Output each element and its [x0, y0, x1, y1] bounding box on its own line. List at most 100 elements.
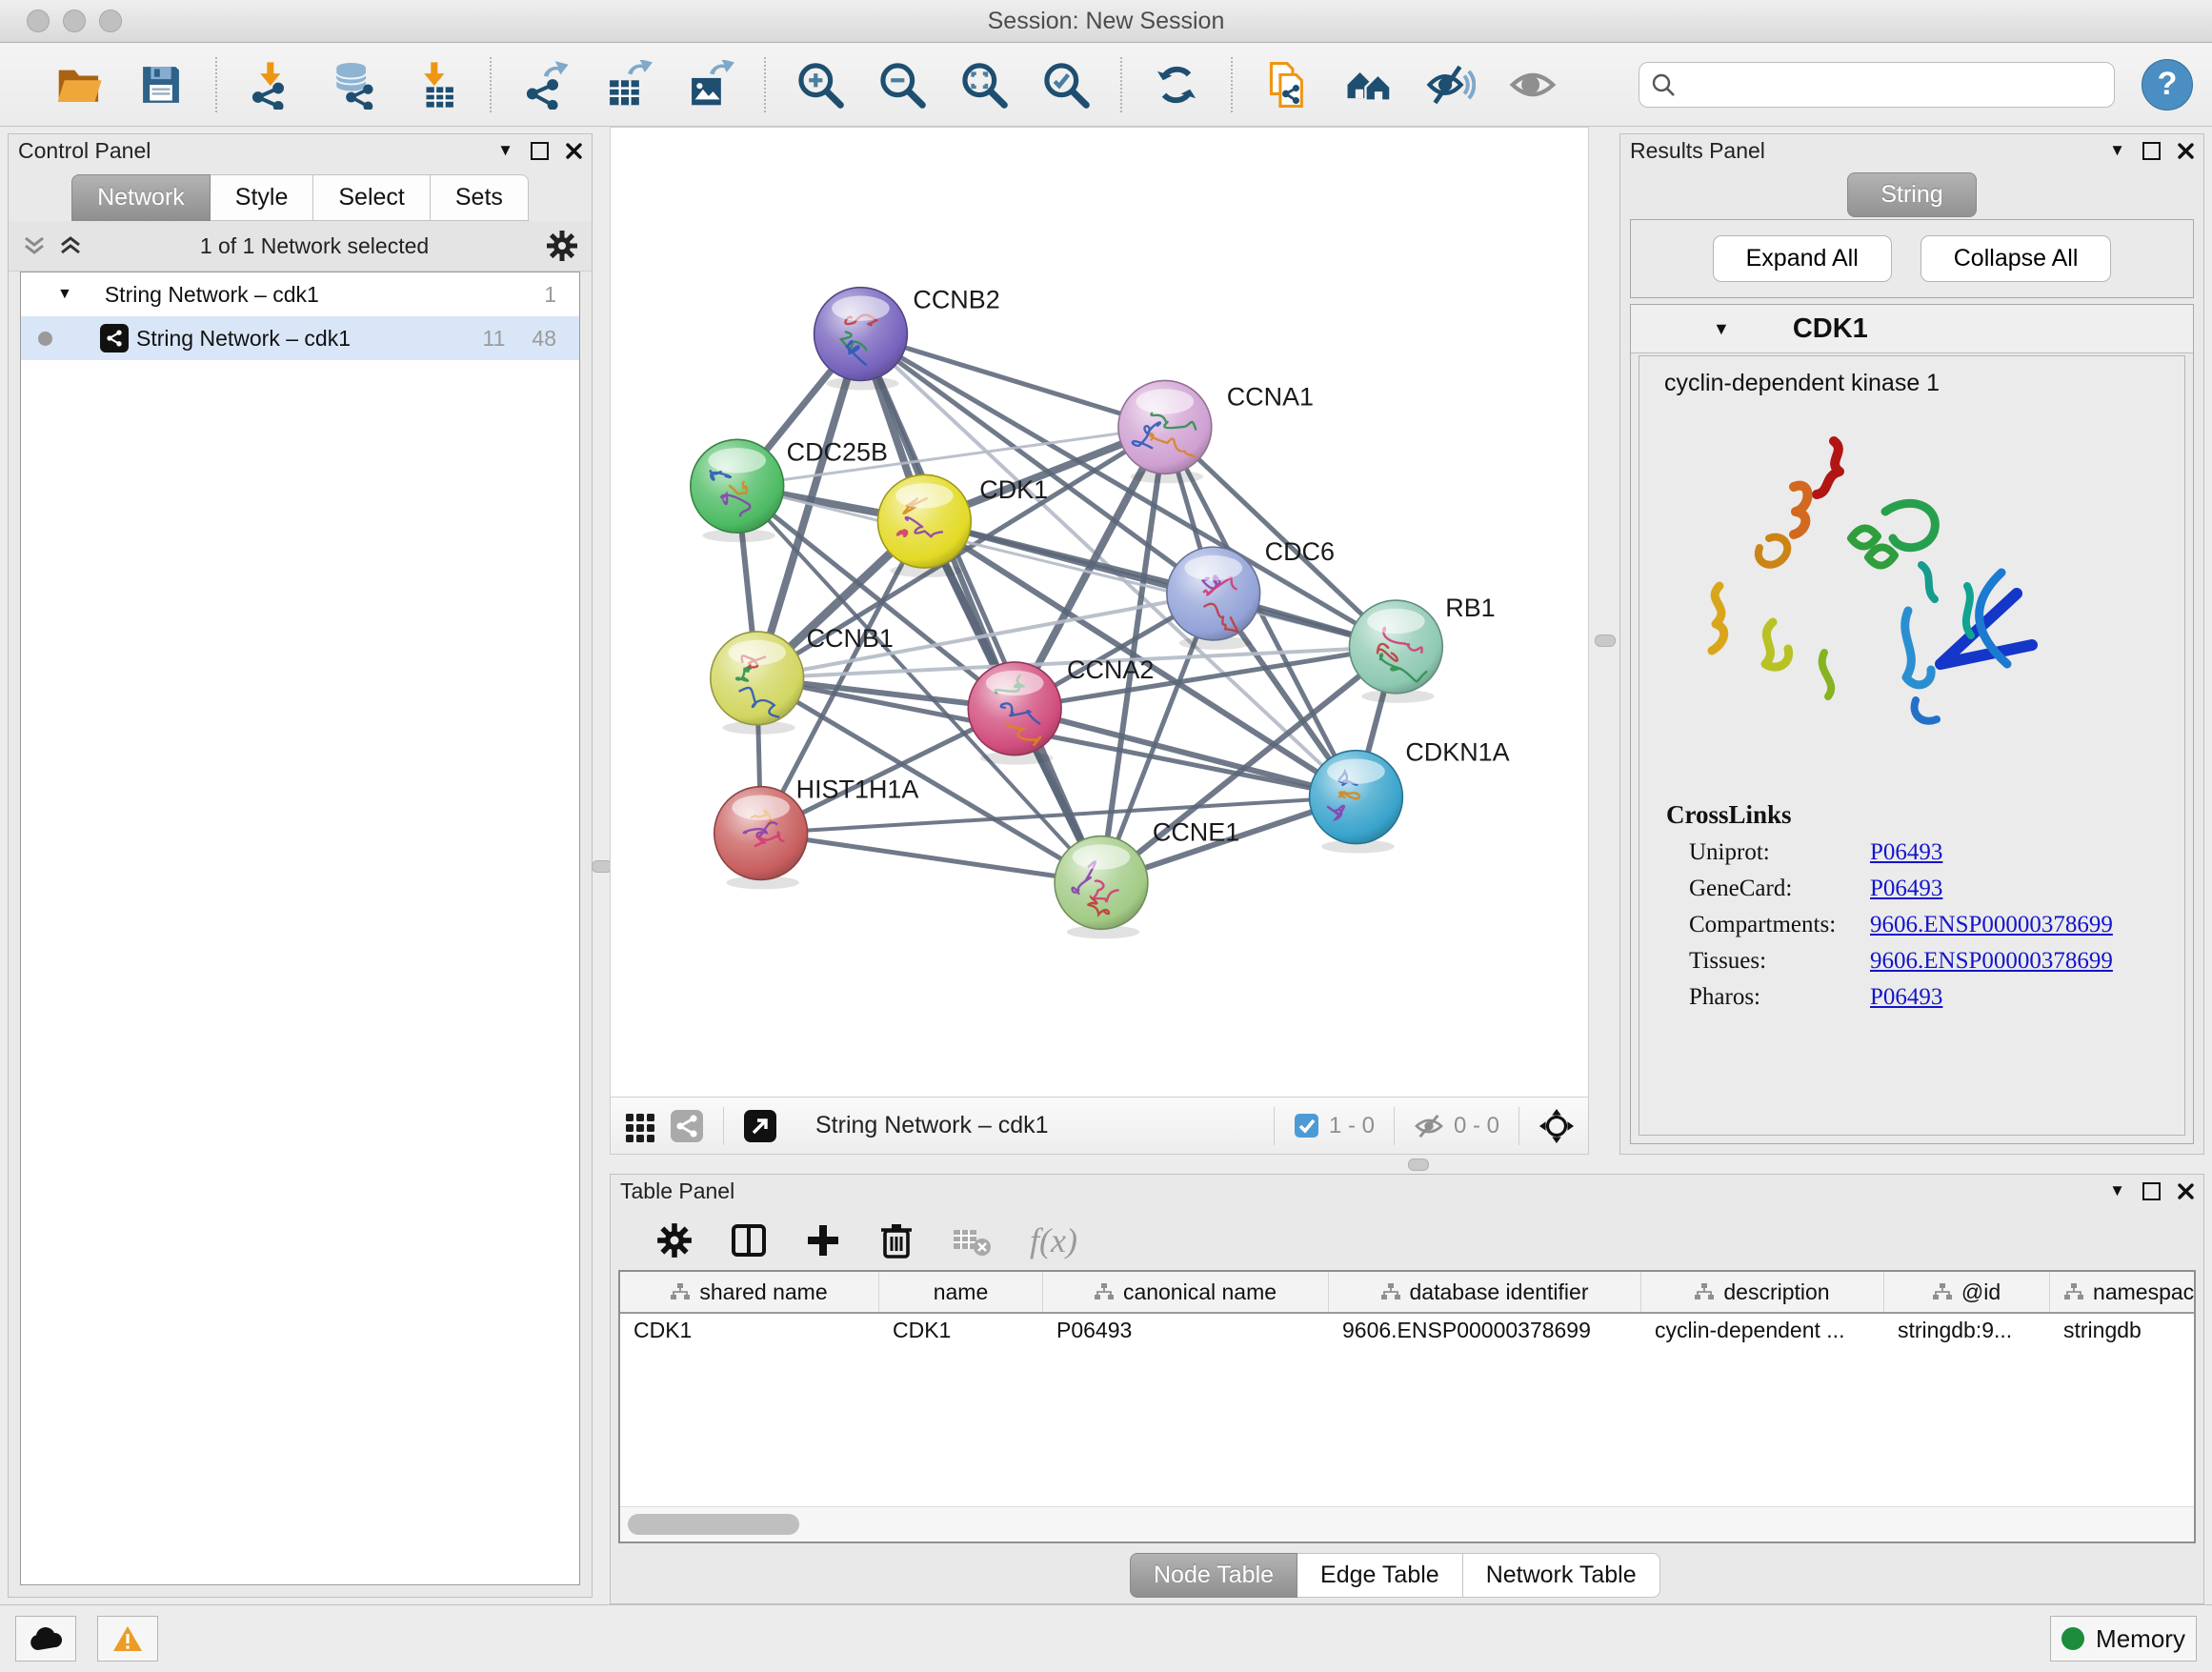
crosslink-link[interactable]: 9606.ENSP00000378699	[1870, 948, 2113, 975]
column-header-canonical-name[interactable]: canonical name	[1043, 1272, 1329, 1312]
zoom-out-button[interactable]	[874, 56, 931, 113]
tab-style[interactable]: Style	[211, 174, 314, 221]
crosslink-link[interactable]: P06493	[1870, 984, 1942, 1011]
network-node[interactable]	[1349, 600, 1442, 703]
export-image-button[interactable]	[681, 56, 738, 113]
network-row[interactable]: String Network – cdk1 11 48	[21, 316, 579, 360]
expand-all-icon[interactable]	[58, 234, 83, 257]
network-edge[interactable]	[860, 334, 1164, 428]
open-session-button[interactable]	[50, 56, 108, 113]
panel-menu-icon[interactable]: ▼	[2109, 1181, 2125, 1200]
duplicate-network-button[interactable]	[1258, 56, 1316, 113]
memory-button[interactable]: Memory	[2050, 1616, 2197, 1662]
import-network-from-database-button[interactable]	[325, 56, 382, 113]
warnings-button[interactable]	[97, 1616, 158, 1662]
tab-sets[interactable]: Sets	[431, 174, 529, 221]
table-cell[interactable]: CDK1	[879, 1318, 1043, 1343]
import-network-from-file-button[interactable]	[243, 56, 300, 113]
minimize-window-button[interactable]	[63, 10, 86, 32]
collapse-section-icon[interactable]: ▼	[1713, 319, 1730, 339]
refresh-button[interactable]	[1148, 56, 1205, 113]
network-node[interactable]	[1118, 380, 1212, 483]
column-header-namespace[interactable]: namespace	[2050, 1272, 2196, 1312]
close-window-button[interactable]	[27, 10, 50, 32]
bottom-splitter[interactable]	[610, 1155, 2212, 1174]
toolbar-search[interactable]	[1639, 62, 2115, 108]
table-cell[interactable]: P06493	[1043, 1318, 1329, 1343]
network-edge[interactable]	[761, 834, 1101, 883]
column-header-shared-name[interactable]: shared name	[620, 1272, 879, 1312]
network-node[interactable]	[1310, 751, 1403, 854]
fit-content-button[interactable]	[955, 56, 1013, 113]
selected-checkbox-icon[interactable]	[1294, 1113, 1319, 1138]
hide-graphics-details-button[interactable]	[1422, 56, 1479, 113]
column-header-database-identifier[interactable]: database identifier	[1329, 1272, 1641, 1312]
show-graphics-details-button[interactable]	[1504, 56, 1561, 113]
gear-icon[interactable]	[546, 230, 578, 262]
table-settings-gear-icon[interactable]	[656, 1222, 693, 1259]
search-input[interactable]	[1683, 71, 2102, 99]
tab-network[interactable]: Network	[71, 174, 211, 221]
detach-view-icon[interactable]	[743, 1109, 777, 1143]
table-cell[interactable]: stringdb	[2050, 1318, 2196, 1343]
float-panel-icon[interactable]	[2142, 1182, 2161, 1200]
tab-string[interactable]: String	[1847, 172, 1976, 217]
maximize-window-button[interactable]	[99, 10, 122, 32]
horizontal-scrollbar[interactable]	[620, 1506, 2194, 1541]
tab-node-table[interactable]: Node Table	[1130, 1553, 1297, 1598]
table-cell[interactable]: stringdb:9...	[1884, 1318, 2050, 1343]
add-column-icon[interactable]	[805, 1222, 841, 1259]
delete-column-trash-icon[interactable]	[879, 1221, 914, 1259]
window-controls[interactable]	[27, 0, 122, 42]
column-header--id[interactable]: @id	[1884, 1272, 2050, 1312]
network-node[interactable]	[714, 787, 808, 890]
first-neighbors-button[interactable]	[1340, 56, 1398, 113]
crosslink-link[interactable]: P06493	[1870, 839, 1942, 866]
tab-select[interactable]: Select	[313, 174, 430, 221]
column-header-description[interactable]: description	[1641, 1272, 1884, 1312]
zoom-in-button[interactable]	[792, 56, 849, 113]
panel-menu-icon[interactable]: ▼	[497, 141, 513, 160]
show-columns-icon[interactable]	[731, 1222, 767, 1259]
right-splitter[interactable]	[1589, 127, 1619, 1155]
crosslink-link[interactable]: P06493	[1870, 876, 1942, 902]
collapse-all-icon[interactable]	[22, 234, 47, 257]
zoom-selected-button[interactable]	[1037, 56, 1095, 113]
network-canvas[interactable]: CCNB2CCNA1CDC25BCDK1CDC6RB1CCNB1CCNA2CDK…	[610, 127, 1589, 1098]
panel-menu-icon[interactable]: ▼	[2109, 141, 2125, 160]
table-row[interactable]: CDK1CDK1P064939606.ENSP00000378699cyclin…	[620, 1314, 2194, 1346]
table-cell[interactable]: CDK1	[620, 1318, 879, 1343]
splitter-handle[interactable]	[1408, 1158, 1429, 1171]
cloud-status-button[interactable]	[15, 1616, 76, 1662]
splitter-handle[interactable]	[1595, 635, 1616, 647]
gene-section-header[interactable]: ▼ CDK1	[1631, 305, 2193, 353]
crosslink-link[interactable]: 9606.ENSP00000378699	[1870, 912, 2113, 938]
table-cell[interactable]: 9606.ENSP00000378699	[1329, 1318, 1641, 1343]
close-panel-icon[interactable]	[2178, 143, 2194, 159]
tab-network-table[interactable]: Network Table	[1463, 1553, 1660, 1598]
collapse-all-button[interactable]: Collapse All	[1920, 235, 2112, 282]
network-graph[interactable]: CCNB2CCNA1CDC25BCDK1CDC6RB1CCNB1CCNA2CDK…	[611, 128, 1588, 1097]
tab-edge-table[interactable]: Edge Table	[1297, 1553, 1463, 1598]
import-table-from-file-button[interactable]	[407, 56, 464, 113]
close-panel-icon[interactable]	[2178, 1183, 2194, 1199]
hidden-eye-icon[interactable]	[1414, 1113, 1444, 1139]
scrollbar-thumb[interactable]	[628, 1514, 799, 1535]
birdseye-navigator-icon[interactable]	[1538, 1108, 1575, 1144]
grid-mode-icon[interactable]	[624, 1110, 656, 1142]
network-collection-row[interactable]: ▼ String Network – cdk1 1	[21, 272, 579, 316]
network-node[interactable]	[691, 439, 784, 542]
network-node[interactable]	[711, 632, 804, 735]
collection-expand-icon[interactable]: ▼	[57, 286, 72, 303]
export-network-button[interactable]	[517, 56, 574, 113]
network-node[interactable]	[1055, 836, 1148, 939]
float-panel-icon[interactable]	[2142, 142, 2161, 160]
close-panel-icon[interactable]	[566, 143, 582, 159]
help-button[interactable]: ?	[2142, 59, 2193, 111]
network-node[interactable]	[968, 662, 1061, 765]
table-cell[interactable]: cyclin-dependent ...	[1641, 1318, 1884, 1343]
left-splitter[interactable]	[593, 127, 610, 1604]
column-header-name[interactable]: name	[879, 1272, 1043, 1312]
network-mode-icon[interactable]	[670, 1109, 704, 1143]
export-table-button[interactable]	[599, 56, 656, 113]
